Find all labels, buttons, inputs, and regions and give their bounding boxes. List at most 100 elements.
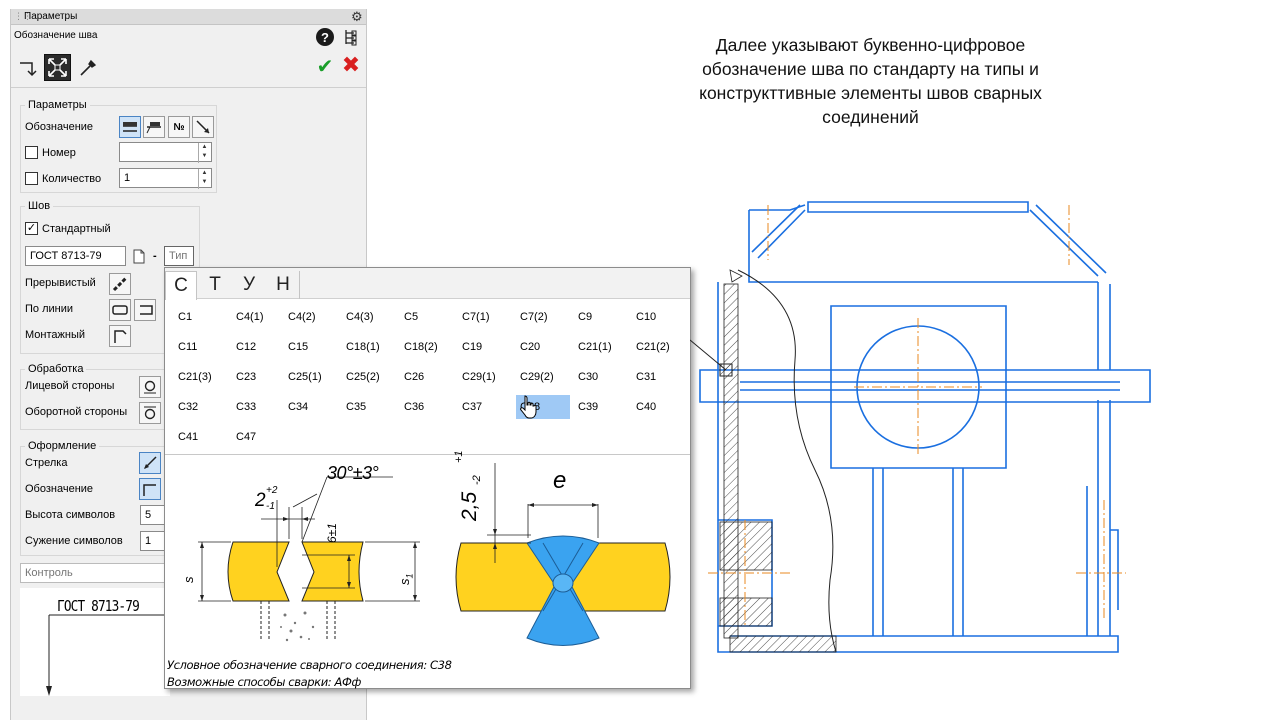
quantity-spinner[interactable]: ▲ ▼ (198, 169, 210, 189)
appearance-designation-icon[interactable] (139, 478, 161, 500)
seam-caption-designation: Условное обозначение сварного соединения… (167, 658, 452, 672)
thickness-right-value: s (397, 578, 412, 586)
seam-type-cell[interactable]: С35 (342, 395, 396, 419)
tab-u[interactable]: У (233, 271, 265, 299)
seam-type-cell[interactable]: С29(1) (458, 365, 512, 389)
confirm-icon[interactable]: ✔ (315, 54, 335, 78)
quantity-checkbox[interactable] (25, 172, 38, 185)
seam-type-cell[interactable]: С25(2) (342, 365, 396, 389)
char-narrowing-label: Сужение символов (25, 535, 123, 547)
along-line-label: По линии (25, 303, 74, 315)
seam-type-cell[interactable]: С4(3) (342, 305, 396, 329)
seam-type-cell[interactable]: С7(2) (516, 305, 570, 329)
tab-t[interactable]: Т (199, 271, 231, 299)
panel-subtitle: Обозначение шва (14, 30, 98, 41)
tab-c[interactable]: С (165, 271, 197, 300)
number-label: Номер (42, 147, 76, 159)
number-checkbox[interactable] (25, 146, 38, 159)
seam-type-cell[interactable]: С7(1) (458, 305, 512, 329)
mounting-label: Монтажный (25, 329, 85, 341)
type-input[interactable] (164, 246, 194, 266)
seam-type-cell[interactable]: С47 (232, 425, 286, 449)
along-line-closed-icon[interactable] (109, 299, 131, 321)
seam-type-cell[interactable]: С30 (574, 365, 628, 389)
control-input[interactable] (20, 563, 170, 583)
seam-type-cell[interactable]: С39 (574, 395, 628, 419)
seam-type-cell[interactable]: С41 (174, 425, 228, 449)
arrow-style-icon[interactable] (139, 452, 161, 474)
designation-label: Обозначение (25, 121, 94, 133)
bead-upper-tolerance: +1 (453, 450, 465, 463)
preview-designation-text: ГОСТ 8713-79 (57, 597, 140, 615)
seam-type-cell[interactable]: С37 (458, 395, 512, 419)
seam-type-cell[interactable]: С31 (632, 365, 686, 389)
seam-type-cell[interactable]: С40 (632, 395, 686, 419)
gap-lower-tolerance: -1 (266, 501, 275, 512)
seam-type-cell[interactable]: С23 (232, 365, 286, 389)
seam-type-cell[interactable]: С20 (516, 335, 570, 359)
along-line-open-icon[interactable] (134, 299, 156, 321)
seam-type-cell[interactable]: С4(1) (232, 305, 286, 329)
seam-type-cell[interactable]: С18(2) (400, 335, 454, 359)
number-spinner[interactable]: ▲ ▼ (198, 143, 210, 163)
seam-type-cell[interactable]: С36 (400, 395, 454, 419)
intermittent-icon[interactable] (109, 273, 131, 295)
panel-title-bar[interactable]: ⋮⋮ Параметры ⚙ (11, 9, 366, 25)
designation-leader-shelf-icon[interactable] (119, 116, 141, 138)
front-circle-icon[interactable] (139, 376, 161, 398)
seam-type-cell[interactable]: С25(1) (284, 365, 338, 389)
seam-type-popup: С Т У Н С1 С4(1) С4(2) С4(3) С5 С7(1) С7(2) С9 С… (164, 267, 691, 689)
back-circle-icon[interactable] (139, 402, 161, 424)
standard-dash: - (153, 250, 157, 262)
seam-type-cell[interactable]: С33 (232, 395, 286, 419)
thickness-right-label: s1 (397, 573, 415, 585)
seam-type-cell[interactable]: С21(1) (574, 335, 628, 359)
gear-icon[interactable]: ⚙ (351, 9, 363, 25)
seam-type-cell[interactable]: С18(1) (342, 335, 396, 359)
number-symbol-icon[interactable]: № (168, 116, 190, 138)
seam-type-cell[interactable]: С5 (400, 305, 454, 329)
seam-type-cell[interactable]: С1 (174, 305, 228, 329)
seam-type-cell[interactable]: С19 (458, 335, 512, 359)
designation-preview: ГОСТ 8713-79 (20, 588, 170, 696)
seam-type-cell[interactable]: С21(2) (632, 335, 686, 359)
cancel-icon[interactable]: ✖ (340, 52, 362, 77)
seam-type-cell[interactable]: С10 (632, 305, 686, 329)
eyedropper-icon[interactable] (75, 55, 101, 81)
tree-icon[interactable] (341, 27, 359, 47)
seam-type-cell[interactable]: С21(3) (174, 365, 228, 389)
appearance-designation-label: Обозначение (25, 483, 94, 495)
back-label: Оборотной стороны (25, 406, 128, 418)
insert-icon[interactable] (16, 55, 42, 81)
designation-arrow-icon[interactable] (192, 116, 214, 138)
seam-type-cell[interactable]: С29(2) (516, 365, 570, 389)
hand-cursor-icon (520, 395, 537, 419)
mounting-flag-icon[interactable] (109, 325, 131, 347)
seam-type-cell[interactable]: С11 (174, 335, 228, 359)
seam-caption-methods: Возможные способы сварки: АФф (167, 675, 361, 689)
bevel-angle-dimension: 30°±3° (327, 463, 379, 483)
standard-input[interactable]: ГОСТ 8713-79 (25, 246, 126, 266)
gap-dimension: 2 (255, 490, 266, 512)
panel-title: Параметры (24, 11, 78, 22)
seam-type-cell[interactable]: С4(2) (284, 305, 338, 329)
designation-shelf-below-icon[interactable] (143, 116, 165, 138)
seam-type-cell[interactable]: С9 (574, 305, 628, 329)
seam-type-cell[interactable]: С26 (400, 365, 454, 389)
quantity-label: Количество (42, 173, 102, 185)
document-icon[interactable] (132, 247, 146, 265)
seam-type-cell[interactable]: С32 (174, 395, 228, 419)
seam-type-cell[interactable]: С12 (232, 335, 286, 359)
seam-type-cell[interactable]: С15 (284, 335, 338, 359)
seam-type-tabs: С Т У Н (165, 268, 690, 300)
standard-checkbox[interactable]: ✓ (25, 222, 38, 235)
seam-cross-section (198, 463, 671, 646)
seam-type-cell[interactable]: С34 (284, 395, 338, 419)
help-icon[interactable]: ? (316, 28, 334, 46)
thickness-left-label: s (181, 576, 196, 584)
tab-n[interactable]: Н (267, 271, 299, 299)
char-height-label: Высота символов (25, 509, 116, 521)
fit-icon[interactable] (44, 54, 71, 81)
root-face-dimension: 6±1 (325, 523, 339, 543)
seam-preview: 2 +2 -1 30°±3° 6±1 s s1 2,5 +1 -2 e Усло… (165, 450, 690, 689)
